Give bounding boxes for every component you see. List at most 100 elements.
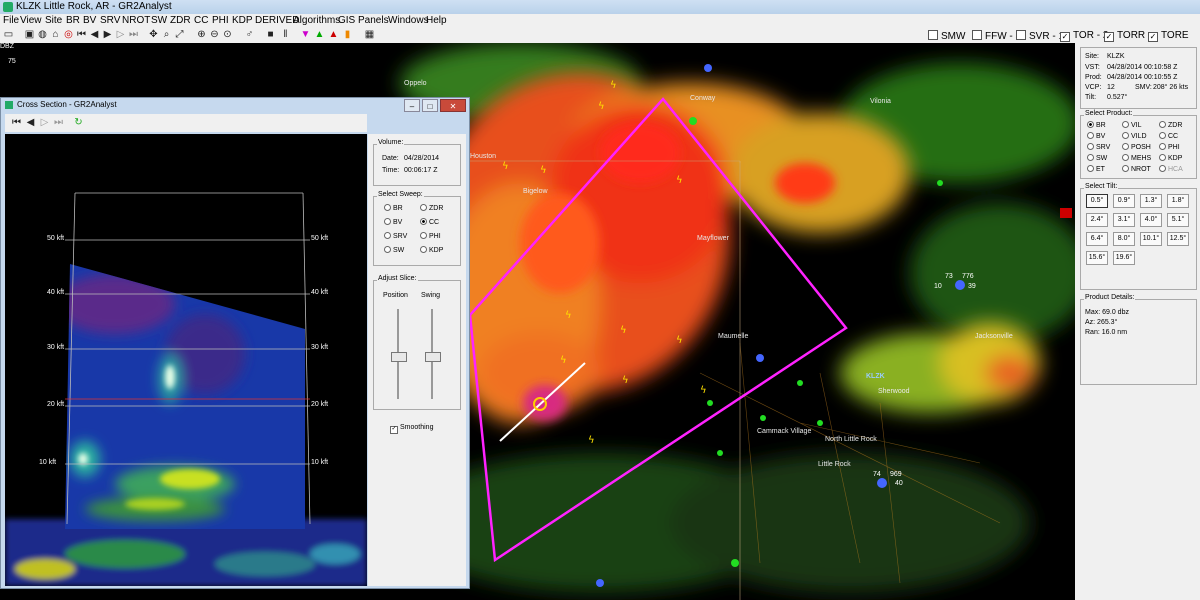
tilt-button[interactable]: 0.9° xyxy=(1113,194,1135,208)
stop-icon[interactable]: ■ xyxy=(265,29,276,40)
play-icon[interactable]: ▶ xyxy=(102,29,113,40)
sweep-radio-sw[interactable]: SW xyxy=(384,246,404,254)
product-radio-br[interactable]: BR xyxy=(1087,121,1106,129)
menu-srv[interactable]: SRV xyxy=(100,14,120,27)
tilt-button[interactable]: 3.1° xyxy=(1113,213,1135,227)
sweep-radio-bv[interactable]: BV xyxy=(384,218,402,226)
zoom-icon[interactable]: ⌕ xyxy=(161,29,172,40)
menu-phi[interactable]: PHI xyxy=(212,14,229,27)
position-slider-thumb[interactable] xyxy=(391,352,407,362)
tor-warning-icon[interactable]: ▼ xyxy=(300,29,311,40)
product-radio-et[interactable]: ET xyxy=(1087,165,1105,173)
home-icon[interactable]: ⌂ xyxy=(50,29,61,40)
first-frame-icon[interactable]: ⏮ xyxy=(76,29,87,40)
menu-site[interactable]: Site xyxy=(45,14,62,27)
sweep-radio-phi[interactable]: PHI xyxy=(420,232,441,240)
tilt-button[interactable]: 1.3° xyxy=(1140,194,1162,208)
warning-toggle-tore[interactable]: ✓ TORE xyxy=(1148,30,1189,42)
tilt-button[interactable]: 1.8° xyxy=(1167,194,1189,208)
menu-zdr[interactable]: ZDR xyxy=(170,14,191,27)
product-radio-vil[interactable]: VIL xyxy=(1122,121,1142,129)
zoom-reset-icon[interactable]: ⊙ xyxy=(222,29,233,40)
detail-max: Max: 69.0 dbz xyxy=(1085,309,1129,316)
next-frame-icon[interactable]: ▷ xyxy=(39,117,50,128)
warning-toggle-ffw[interactable]: FFW - 5 xyxy=(972,30,1021,42)
tilt-button[interactable]: 0.5° xyxy=(1086,194,1108,208)
tilt-button[interactable]: 8.0° xyxy=(1113,232,1135,246)
last-frame-icon[interactable]: ⏭ xyxy=(128,29,139,40)
warning-toggle-smw[interactable]: SMW xyxy=(928,30,965,42)
report-icon[interactable]: ▲ xyxy=(328,29,339,40)
sweep-radio-cc[interactable]: CC xyxy=(420,218,439,226)
grid-icon[interactable]: ▦ xyxy=(364,29,375,40)
last-frame-icon[interactable]: ⏭ xyxy=(53,117,64,128)
prev-frame-icon[interactable]: ◀ xyxy=(25,117,36,128)
warning-toggle-torr[interactable]: ✓ TORR xyxy=(1104,30,1145,42)
menu-algorithms[interactable]: Algorithms xyxy=(293,14,340,27)
menu-help[interactable]: Help xyxy=(426,14,447,27)
product-radio-hca[interactable]: HCA xyxy=(1159,165,1183,173)
svr-warning-icon[interactable]: ▲ xyxy=(314,29,325,40)
tilt-button[interactable]: 15.6° xyxy=(1086,251,1108,265)
save-icon[interactable]: ▣ xyxy=(24,29,35,40)
menu-windows[interactable]: Windows xyxy=(388,14,429,27)
warning-toggle-tor[interactable]: ✓ TOR - 2 xyxy=(1060,30,1108,42)
open-icon[interactable]: ▭ xyxy=(3,29,14,40)
product-radio-bv[interactable]: BV xyxy=(1087,132,1105,140)
product-radio-sw[interactable]: SW xyxy=(1087,154,1107,162)
globe-icon[interactable]: ◍ xyxy=(37,29,48,40)
close-icon[interactable]: ✕ xyxy=(440,99,466,112)
menu-view[interactable]: View xyxy=(20,14,42,27)
tilt-button[interactable]: 10.1° xyxy=(1140,232,1162,246)
tilt-button[interactable]: 6.4° xyxy=(1086,232,1108,246)
pause-icon[interactable]: ‖ xyxy=(280,29,291,40)
maximize-icon[interactable]: □ xyxy=(422,99,438,112)
product-radio-phi[interactable]: PHI xyxy=(1159,143,1180,151)
sweep-radio-srv[interactable]: SRV xyxy=(384,232,407,240)
target-icon[interactable]: ◎ xyxy=(63,29,74,40)
tilt-button[interactable]: 5.1° xyxy=(1167,213,1189,227)
cross-section-title-bar[interactable]: Cross Section - GR2Analyst – □ ✕ xyxy=(1,98,469,112)
menu-file[interactable]: File xyxy=(3,14,19,27)
marker-icon[interactable]: ♂ xyxy=(244,29,255,40)
tilt-button[interactable]: 2.4° xyxy=(1086,213,1108,227)
menu-sw[interactable]: SW xyxy=(151,14,167,27)
refresh-icon[interactable]: ↻ xyxy=(73,117,84,128)
menu-nrot[interactable]: NROT xyxy=(122,14,150,27)
prev-frame-icon[interactable]: ◀ xyxy=(89,29,100,40)
sweep-radio-zdr[interactable]: ZDR xyxy=(420,204,443,212)
move-icon[interactable]: ✥ xyxy=(148,29,159,40)
zoom-out-icon[interactable]: ⊖ xyxy=(209,29,220,40)
first-frame-icon[interactable]: ⏮ xyxy=(11,117,22,128)
product-label: BR xyxy=(1096,122,1106,129)
tilt-button[interactable]: 12.5° xyxy=(1167,232,1189,246)
product-radio-posh[interactable]: POSH xyxy=(1122,143,1151,151)
zoom-in-icon[interactable]: ⊕ xyxy=(196,29,207,40)
menu-br[interactable]: BR xyxy=(66,14,80,27)
tilt-button[interactable]: 4.0° xyxy=(1140,213,1162,227)
product-radio-srv[interactable]: SRV xyxy=(1087,143,1110,151)
checkmark-icon: ✓ xyxy=(1104,32,1114,42)
menu-bv[interactable]: BV xyxy=(83,14,96,27)
product-radio-kdp[interactable]: KDP xyxy=(1159,154,1182,162)
minimize-icon[interactable]: – xyxy=(404,99,420,112)
product-radio-mehs[interactable]: MEHS xyxy=(1122,154,1151,162)
volume-date-label: Date: xyxy=(382,155,399,162)
tilt-button[interactable]: 19.6° xyxy=(1113,251,1135,265)
product-radio-vild[interactable]: VILD xyxy=(1122,132,1147,140)
sweep-radio-br[interactable]: BR xyxy=(384,204,403,212)
menu-gis[interactable]: GIS xyxy=(338,14,355,27)
font-icon[interactable]: ▮ xyxy=(342,29,353,40)
menu-kdp[interactable]: KDP xyxy=(232,14,253,27)
product-radio-nrot[interactable]: NROT xyxy=(1122,165,1151,173)
menu-cc[interactable]: CC xyxy=(194,14,208,27)
next-frame-icon[interactable]: ▷ xyxy=(115,29,126,40)
product-radio-zdr[interactable]: ZDR xyxy=(1159,121,1182,129)
smoothing-checkbox[interactable]: ✓ Smoothing xyxy=(390,424,433,434)
product-radio-cc[interactable]: CC xyxy=(1159,132,1178,140)
sweep-radio-kdp[interactable]: KDP xyxy=(420,246,443,254)
measure-icon[interactable]: ⤢ xyxy=(174,29,185,40)
cross-section-plot[interactable]: 50 kft 50 kft 40 kft 40 kft 30 kft 30 kf… xyxy=(5,134,367,586)
swing-slider-thumb[interactable] xyxy=(425,352,441,362)
menu-panels[interactable]: Panels xyxy=(358,14,389,27)
